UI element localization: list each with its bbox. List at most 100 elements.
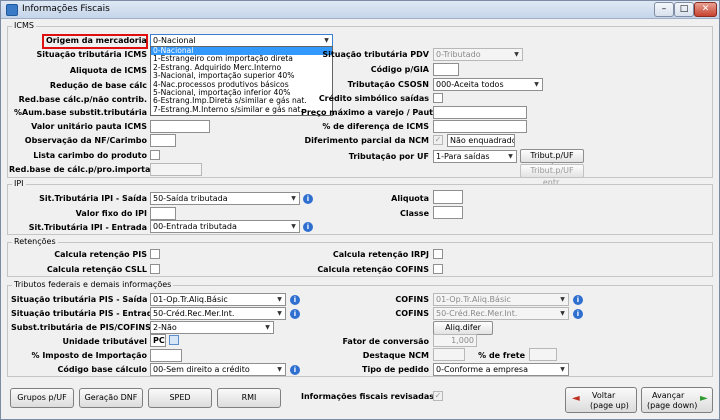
ipi-entrada-label: Sit.Tributária IPI - Entrada [28, 223, 147, 232]
app-icon [6, 4, 18, 16]
minimize-button[interactable]: – [654, 2, 674, 17]
trib-uf-saida-button[interactable]: Tribut.p/UF saída [520, 149, 584, 172]
ipi-valor-fixo-input[interactable] [150, 207, 176, 220]
tipo-pedido-select[interactable]: 0-Conforme a empresa ▼ [433, 363, 569, 376]
search-icon[interactable] [169, 335, 179, 345]
preco-pauta-label: Preço máximo a varejo / Pauta ST [301, 108, 453, 117]
fator-input[interactable]: 1,000 [433, 334, 477, 347]
chevron-down-icon: ▼ [560, 366, 565, 373]
icms-group-title: ICMS [12, 21, 36, 30]
geracao-dnf-button[interactable]: Geração DNF [79, 388, 143, 408]
revisadas-label: Informações fiscais revisadas [301, 392, 435, 401]
close-button[interactable]: ✕ [694, 2, 717, 17]
pis-saida-label: Situação tributária PIS - Saída [11, 295, 148, 304]
info-icon[interactable]: i [290, 309, 300, 319]
ipi-saida-select[interactable]: 50-Saída tributada ▼ [150, 192, 300, 205]
credito-simb-checkbox[interactable] [433, 93, 443, 103]
imposto-imp-input[interactable] [150, 349, 182, 362]
ret-pis-checkbox[interactable] [150, 249, 160, 259]
aum-base-label: %Aum.base substit.tributária [14, 108, 147, 117]
info-icon[interactable]: i [303, 222, 313, 232]
lista-carimbo-checkbox[interactable] [150, 150, 160, 160]
trib-uf-entrada-button[interactable]: Tribut.p/UF entr. [520, 164, 584, 187]
frete-input[interactable] [529, 348, 557, 361]
preco-pauta-input[interactable] [433, 106, 527, 119]
pis-saida-select[interactable]: 01-Op.Tr.Aliq.Básic ▼ [150, 293, 286, 306]
cofins-entrada-select[interactable]: 50-Créd.Rec.Mer.Int. ▼ [433, 307, 569, 320]
voltar-button[interactable]: ◄ Voltar (page up) [565, 387, 637, 413]
reducao-base-label: Redução de base cálc [49, 81, 147, 90]
chevron-down-icon: ▼ [560, 296, 565, 303]
window-title: Informações Fiscais [22, 4, 110, 14]
ret-csll-checkbox[interactable] [150, 264, 160, 274]
ret-cofins-checkbox[interactable] [433, 264, 443, 274]
subst-label: Subst.tributária de PIS/COFINS [11, 323, 151, 332]
arrow-right-icon: ► [700, 393, 708, 404]
maximize-button[interactable]: □ [674, 2, 694, 17]
diferimento-checkbox[interactable]: ✓ [433, 135, 443, 145]
ret-cofins-label: Calcula retenção COFINS [317, 265, 429, 274]
chevron-down-icon: ▼ [324, 37, 329, 44]
cofins-select[interactable]: 01-Op.Tr.Aliq.Básic ▼ [433, 293, 569, 306]
info-icon[interactable]: i [573, 309, 583, 319]
ret-irpj-checkbox[interactable] [433, 249, 443, 259]
title-bar: Informações Fiscais – □ ✕ [1, 1, 719, 19]
trib-csosn-label: Tributação CSOSN [347, 80, 429, 89]
grupos-uf-button[interactable]: Grupos p/UF [10, 388, 74, 408]
ipi-aliquota-label: Aliquota [391, 194, 429, 203]
valor-pauta-label: Valor unitário pauta ICMS [31, 122, 147, 131]
aliq-difer-button[interactable]: Aliq.difer [433, 321, 493, 335]
avancar-button[interactable]: Avançar (page down) ► [641, 387, 713, 413]
trib-csosn-select[interactable]: 000-Aceita todos ▼ [433, 78, 543, 91]
fator-label: Fator de conversão [342, 337, 429, 346]
imposto-imp-label: % Imposto de Importação [31, 351, 147, 360]
ipi-saida-label: Sit.Tributária IPI - Saída [39, 194, 147, 203]
ipi-classe-input[interactable] [433, 206, 463, 219]
red-base-importado-label: Red.base de cálc.p/pro.importado [9, 165, 162, 174]
trib-uf-label: Tributação por UF [348, 152, 429, 161]
perc-dif-input[interactable] [433, 120, 527, 133]
credito-simb-label: Crédito simbólico saídas [318, 94, 429, 103]
chevron-down-icon: ▼ [508, 153, 513, 160]
destaque-input[interactable] [433, 348, 465, 361]
cofins-entrada-label: COFINS [395, 309, 429, 318]
frete-label: % de frete [478, 351, 525, 360]
diferimento-label: Diferimento parcial da NCM [304, 136, 429, 145]
unidade-value[interactable]: PC [150, 334, 166, 347]
observacao-label: Observação da NF/Carimbo [24, 136, 147, 145]
voltar-sublabel: (page up) [590, 401, 629, 410]
ipi-classe-label: Classe [400, 209, 429, 218]
info-icon[interactable]: i [290, 365, 300, 375]
trib-uf-select[interactable]: 1-Para saídas ▼ [433, 150, 517, 163]
chevron-down-icon: ▼ [560, 310, 565, 317]
red-base-importado-input[interactable] [150, 163, 202, 176]
unidade-label: Unidade tributável [62, 337, 147, 346]
perc-dif-label: % de diferença de ICMS [322, 122, 429, 131]
info-icon[interactable]: i [303, 194, 313, 204]
rmi-button[interactable]: RMI [217, 388, 281, 408]
sped-button[interactable]: SPED [148, 388, 212, 408]
chevron-down-icon: ▼ [291, 195, 296, 202]
chevron-down-icon: ▼ [534, 81, 539, 88]
destaque-label: Destaque NCM [362, 351, 429, 360]
pis-entrada-select[interactable]: 50-Créd.Rec.Mer.Int. ▼ [150, 307, 286, 320]
ipi-aliquota-input[interactable] [433, 190, 463, 204]
ret-csll-label: Calcula retenção CSLL [46, 265, 147, 274]
origem-label: Origem da mercadoria [46, 36, 147, 45]
tributos-group-title: Tributos federais e demais informações [12, 280, 174, 289]
sit-pdv-label: Situação tributária PDV [322, 50, 429, 59]
ret-irpj-label: Calcula retenção IRPJ [332, 250, 429, 259]
valor-pauta-input[interactable] [150, 120, 210, 133]
revisadas-checkbox[interactable]: ✓ [433, 391, 443, 401]
ipi-entrada-select[interactable]: 00-Entrada tributada ▼ [150, 220, 300, 233]
cod-base-label: Código base cálculo [57, 365, 148, 374]
codigo-gia-input[interactable] [433, 63, 459, 76]
info-icon[interactable]: i [290, 295, 300, 305]
subst-select[interactable]: 2-Não ▼ [150, 321, 274, 334]
info-icon[interactable]: i [573, 295, 583, 305]
chevron-down-icon: ▼ [277, 310, 282, 317]
cod-base-select[interactable]: 00-Sem direito a crédito ▼ [150, 363, 286, 376]
ret-pis-label: Calcula retenção PIS [54, 250, 147, 259]
observacao-input[interactable] [150, 134, 176, 147]
sit-pdv-select[interactable]: 0-Tributado ▼ [433, 48, 523, 61]
